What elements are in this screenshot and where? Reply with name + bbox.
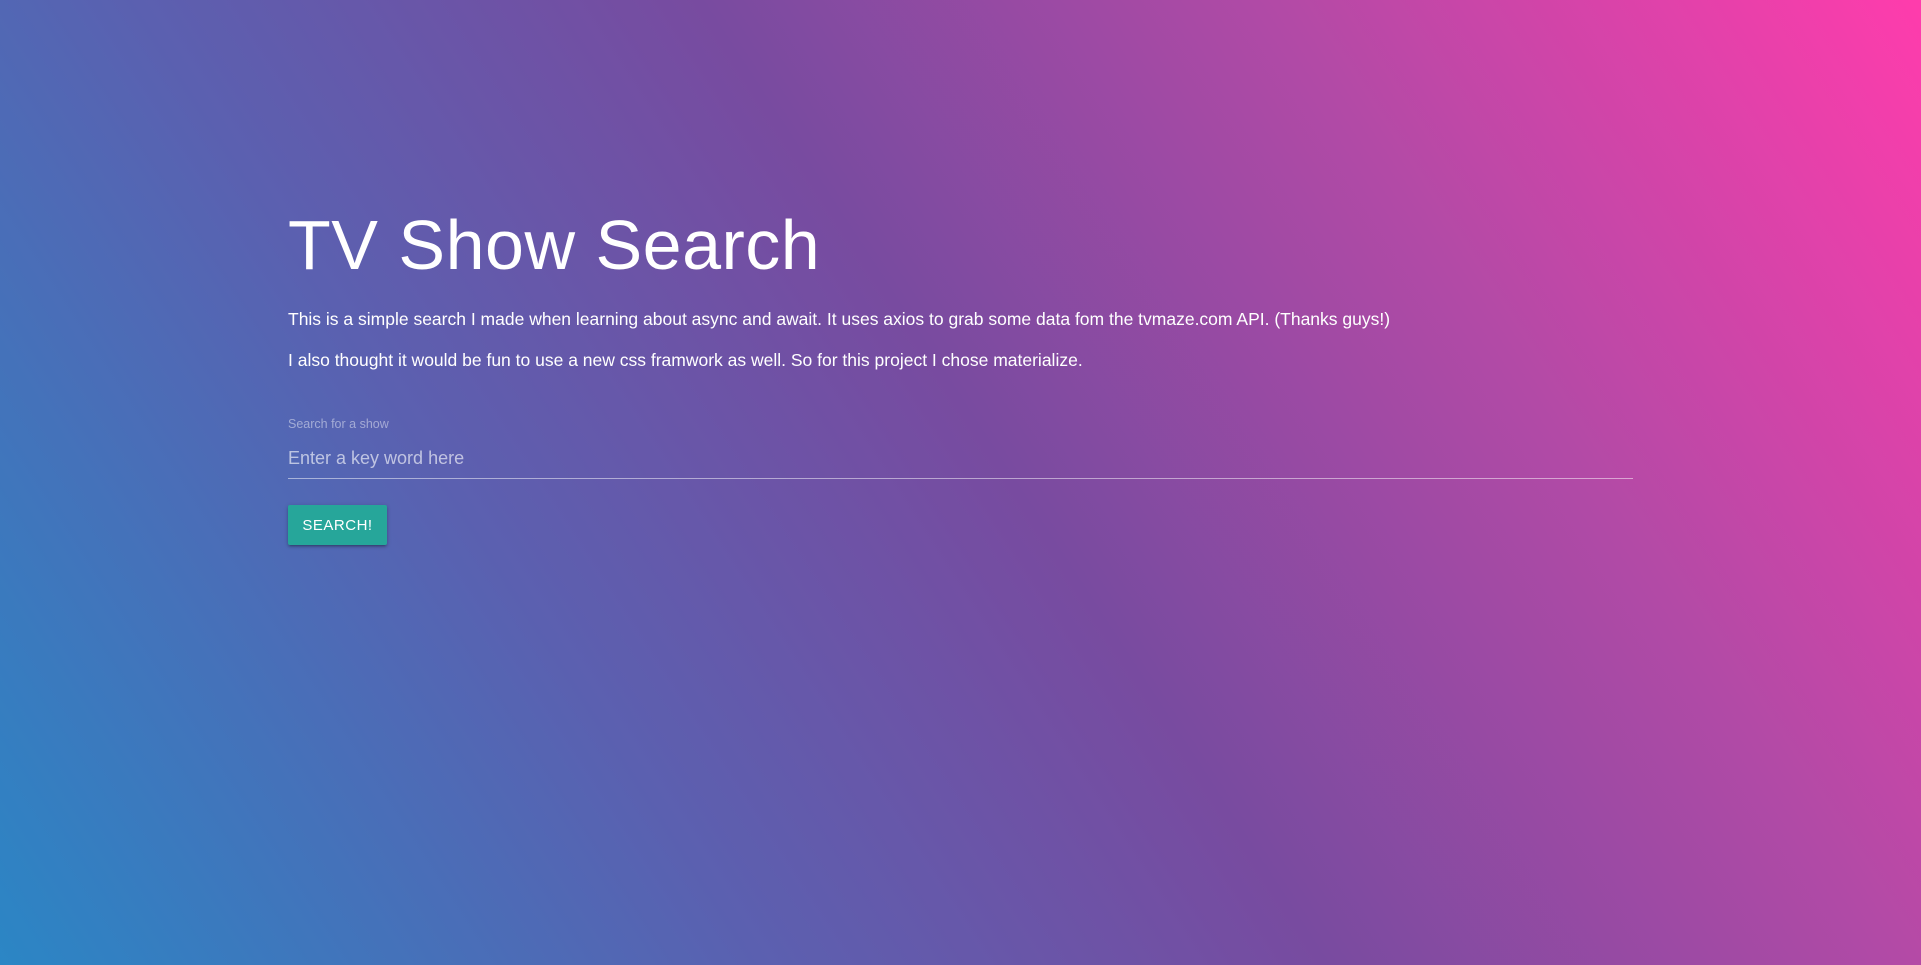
- search-field: Search for a show: [288, 414, 1633, 480]
- search-input[interactable]: [288, 439, 1633, 479]
- page-title: TV Show Search: [288, 206, 821, 284]
- intro-text: This is a simple search I made when lear…: [288, 309, 1391, 329]
- search-button[interactable]: SEARCH!: [288, 505, 387, 545]
- intro-text-secondary: I also thought it would be fun to use a …: [288, 350, 1083, 370]
- search-label: Search for a show: [288, 417, 389, 431]
